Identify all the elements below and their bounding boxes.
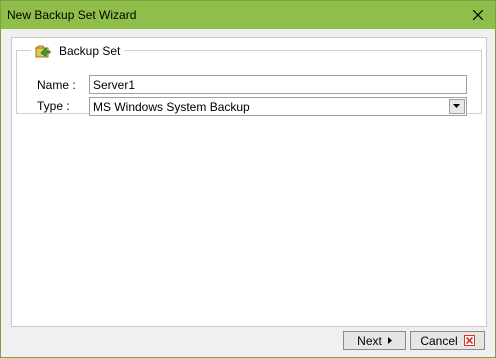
close-icon [473, 10, 483, 20]
backup-set-group: Backup Set Name : Type : MS Windows Syst… [16, 42, 482, 116]
next-button[interactable]: Next [343, 331, 406, 350]
next-button-label: Next [357, 333, 382, 348]
chevron-down-icon [453, 104, 460, 108]
window-title: New Backup Set Wizard [7, 8, 137, 22]
group-legend: Backup Set [31, 42, 125, 60]
title-bar: New Backup Set Wizard [1, 1, 495, 29]
group-title: Backup Set [59, 44, 121, 58]
name-label: Name : [37, 78, 76, 92]
type-select[interactable]: MS Windows System Backup [89, 97, 467, 116]
cancel-button[interactable]: Cancel [410, 331, 485, 350]
wizard-window: New Backup Set Wizard Backup Set Name : … [0, 0, 496, 358]
type-dropdown-button[interactable] [449, 99, 465, 114]
backup-set-icon [35, 45, 51, 58]
name-input[interactable] [89, 75, 467, 94]
arrow-right-icon [387, 337, 392, 344]
cancel-x-icon [463, 335, 475, 346]
type-label: Type : [37, 99, 70, 113]
cancel-button-label: Cancel [420, 333, 458, 348]
close-button[interactable] [467, 4, 489, 26]
type-select-value: MS Windows System Backup [93, 100, 250, 114]
content-panel: Backup Set Name : Type : MS Windows Syst… [11, 37, 487, 327]
